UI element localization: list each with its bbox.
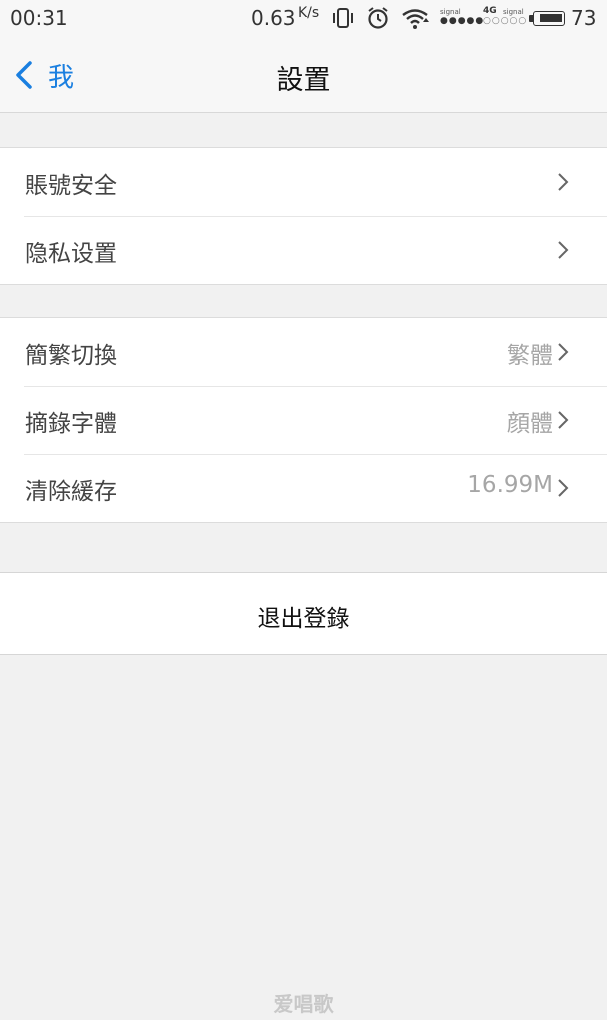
settings-item-privacy[interactable]: 隐私设置 [0,216,607,284]
network-speed-unit: K/s [298,5,320,21]
chevron-right-icon [558,479,569,497]
settings-item-clear-cache[interactable]: 清除緩存 16.99M [0,454,607,522]
signal-icon-secondary: ○○○○○ [483,16,528,26]
alarm-icon [366,6,390,35]
network-type: 4G [483,6,497,16]
status-bar: 00:31 0.63 K/s signal ●●●●● 4G signal ○○… [0,0,607,38]
nav-bar: 我 設置 [0,38,607,113]
settings-item-label: 清除緩存 [25,479,117,505]
battery-icon [533,11,565,26]
page-title: 設置 [276,65,331,96]
settings-group-display: 簡繁切換 繁體 摘錄字體 顔體 清除緩存 16.99M [0,317,607,523]
settings-item-excerpt-font[interactable]: 摘錄字體 顔體 [0,386,607,454]
wifi-icon [401,8,429,35]
signal-label-2: signal [503,8,524,16]
settings-item-value: 繁體 [507,343,553,369]
battery-level: 73 [571,6,597,30]
settings-item-label: 摘錄字體 [25,411,117,437]
signal-label-1: signal [440,8,461,16]
chevron-right-icon [558,343,569,361]
settings-group-account: 賬號安全 隐私设置 [0,147,607,285]
network-speed: 0.63 [251,6,296,30]
settings-item-label: 簡繁切換 [25,343,117,369]
logout-button[interactable]: 退出登錄 [0,572,607,655]
logout-label: 退出登錄 [257,606,350,632]
signal-icon: ●●●●● [440,16,485,26]
watermark: 爱唱歌 [273,992,334,1016]
status-time: 00:31 [10,6,68,30]
settings-item-value: 顔體 [507,411,553,437]
chevron-right-icon [558,241,569,259]
settings-item-account-security[interactable]: 賬號安全 [0,148,607,216]
settings-item-label: 隐私设置 [25,241,117,267]
chevron-right-icon [558,411,569,429]
settings-item-label: 賬號安全 [25,173,117,199]
vibrate-icon [332,7,354,34]
settings-item-script-switch[interactable]: 簡繁切換 繁體 [0,318,607,386]
settings-item-value: 16.99M [467,472,553,498]
chevron-right-icon [558,173,569,191]
